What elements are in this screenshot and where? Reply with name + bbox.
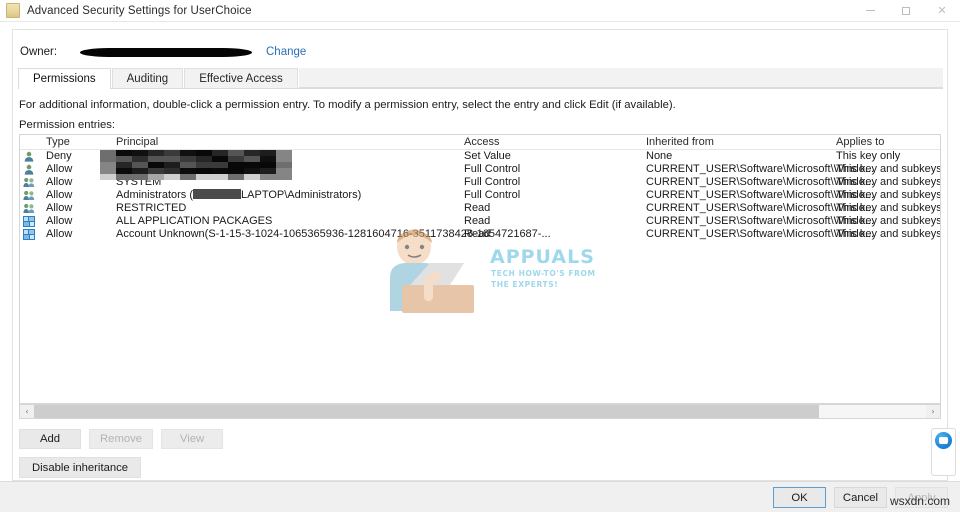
cell-applies-to: This key and subkeys [836, 228, 941, 240]
cell-access: Full Control [464, 176, 521, 188]
cell-inherited-from: None [646, 150, 673, 162]
table-row[interactable]: Allow Account Unknown(S-1-15-3-1024-10653… [20, 228, 940, 241]
cell-access: Read [464, 228, 491, 240]
cell-principal: SYSTEM [116, 176, 162, 188]
group-icon [23, 203, 35, 214]
maximize-button[interactable] [888, 0, 924, 21]
column-header-principal[interactable]: Principal [116, 136, 158, 148]
table-row[interactable]: Allow RESTRICTED Read CURRENT_USER\Software… [20, 202, 940, 215]
cell-applies-to: This key and subkeys [836, 189, 941, 201]
tab-effective-access[interactable]: Effective Access [184, 68, 298, 88]
dialog-frame: Owner: Change Permissions Auditing Effec… [12, 29, 948, 503]
permission-entries-list[interactable]: Type Principal Access Inherited from App… [19, 134, 941, 404]
floating-chat-widget[interactable] [931, 428, 956, 476]
cell-applies-to: This key and subkeys [836, 202, 941, 214]
tab-effective-access-label: Effective Access [199, 72, 283, 85]
permission-entries-label: Permission entries: [19, 119, 116, 131]
cell-type: Allow [46, 228, 73, 240]
maximize-icon [902, 6, 910, 15]
cell-access: Set Value [464, 150, 511, 162]
cell-applies-to: This key and subkeys [836, 163, 941, 175]
footer-buttons: OK Cancel Apply [773, 487, 948, 508]
tab-bar: Permissions Auditing Effective Access [18, 68, 943, 89]
minimize-button[interactable] [852, 0, 888, 21]
column-header-inherited-from[interactable]: Inherited from [646, 136, 714, 148]
remove-button: Remove [89, 429, 154, 449]
owner-value-redacted [80, 47, 252, 57]
close-button[interactable]: ✕ [924, 0, 960, 21]
cell-access: Full Control [464, 163, 521, 175]
table-row[interactable]: Deny Set Value None This key only [20, 150, 940, 163]
cell-type: Allow [46, 215, 73, 227]
minimize-icon [865, 10, 875, 11]
user-icon [23, 164, 35, 175]
ok-button[interactable]: OK [773, 487, 826, 508]
scrollbar-thumb[interactable] [34, 405, 819, 418]
group-icon [23, 190, 35, 201]
tab-auditing-label: Auditing [126, 72, 169, 85]
app-package-icon [23, 216, 35, 227]
owner-row: Owner: Change [20, 46, 306, 58]
principal-redaction [193, 189, 242, 200]
advanced-security-settings-dialog: Advanced Security Settings for UserChoic… [0, 0, 960, 512]
cell-principal: ALL APPLICATION PACKAGES [116, 215, 273, 227]
window-title: Advanced Security Settings for UserChoic… [27, 4, 252, 17]
title-bar: Advanced Security Settings for UserChoic… [0, 0, 960, 22]
cell-type: Allow [46, 176, 73, 188]
list-rows: Deny Set Value None This key only Allow Full … [20, 150, 940, 241]
cancel-button[interactable]: Cancel [834, 487, 887, 508]
cell-access: Read [464, 215, 491, 227]
tab-permissions[interactable]: Permissions [18, 68, 111, 89]
user-icon [23, 151, 35, 162]
cell-applies-to: This key and subkeys [836, 176, 941, 188]
tab-auditing[interactable]: Auditing [111, 68, 184, 88]
cell-type: Allow [46, 163, 73, 175]
add-button[interactable]: Add [19, 429, 81, 449]
cell-applies-to: This key and subkeys [836, 215, 941, 227]
column-header-access[interactable]: Access [464, 136, 499, 148]
group-icon [23, 177, 35, 188]
instructions-text: For additional information, double-click… [19, 99, 676, 111]
cell-type: Allow [46, 189, 73, 201]
view-button: View [161, 429, 224, 449]
chat-bubble-icon [935, 432, 952, 449]
table-row[interactable]: Allow ALL APPLICATION PACKAGES Read CURRENT… [20, 215, 940, 228]
cell-type: Deny [46, 150, 72, 162]
horizontal-scrollbar[interactable]: ‹ › [19, 404, 941, 419]
tab-filler [298, 68, 943, 88]
scroll-right-button[interactable]: › [926, 405, 940, 418]
window-controls: ✕ [852, 0, 960, 21]
list-header: Type Principal Access Inherited from App… [20, 135, 940, 150]
cell-applies-to: This key only [836, 150, 901, 162]
cell-type: Allow [46, 202, 73, 214]
close-icon: ✕ [937, 4, 947, 17]
cell-principal: RESTRICTED [116, 202, 187, 214]
cell-principal: Administrators (LAPTOP\Administrators) [116, 189, 362, 201]
folder-icon [6, 3, 20, 18]
change-owner-link[interactable]: Change [266, 46, 306, 58]
scrollbar-track[interactable] [34, 405, 926, 418]
table-row[interactable]: Allow SYSTEM Full Control CURRENT_USER\Soft… [20, 176, 940, 189]
column-header-applies-to[interactable]: Applies to [836, 136, 884, 148]
app-package-icon [23, 229, 35, 240]
owner-label: Owner: [20, 46, 58, 58]
scroll-left-button[interactable]: ‹ [20, 405, 34, 418]
table-row[interactable]: Allow Administrators (LAPTOP\Administrato… [20, 189, 940, 202]
tab-permissions-label: Permissions [33, 72, 96, 85]
cell-access: Read [464, 202, 491, 214]
column-header-type[interactable]: Type [46, 136, 70, 148]
cell-access: Full Control [464, 189, 521, 201]
table-row[interactable]: Allow Full Control CURRENT_USER\Software\M… [20, 163, 940, 176]
disable-inheritance-button[interactable]: Disable inheritance [19, 457, 142, 478]
apply-button: Apply [895, 487, 948, 508]
dialog-footer: OK Cancel Apply wsxdn.com [0, 481, 960, 512]
entry-action-buttons: Add Remove View [19, 429, 224, 449]
